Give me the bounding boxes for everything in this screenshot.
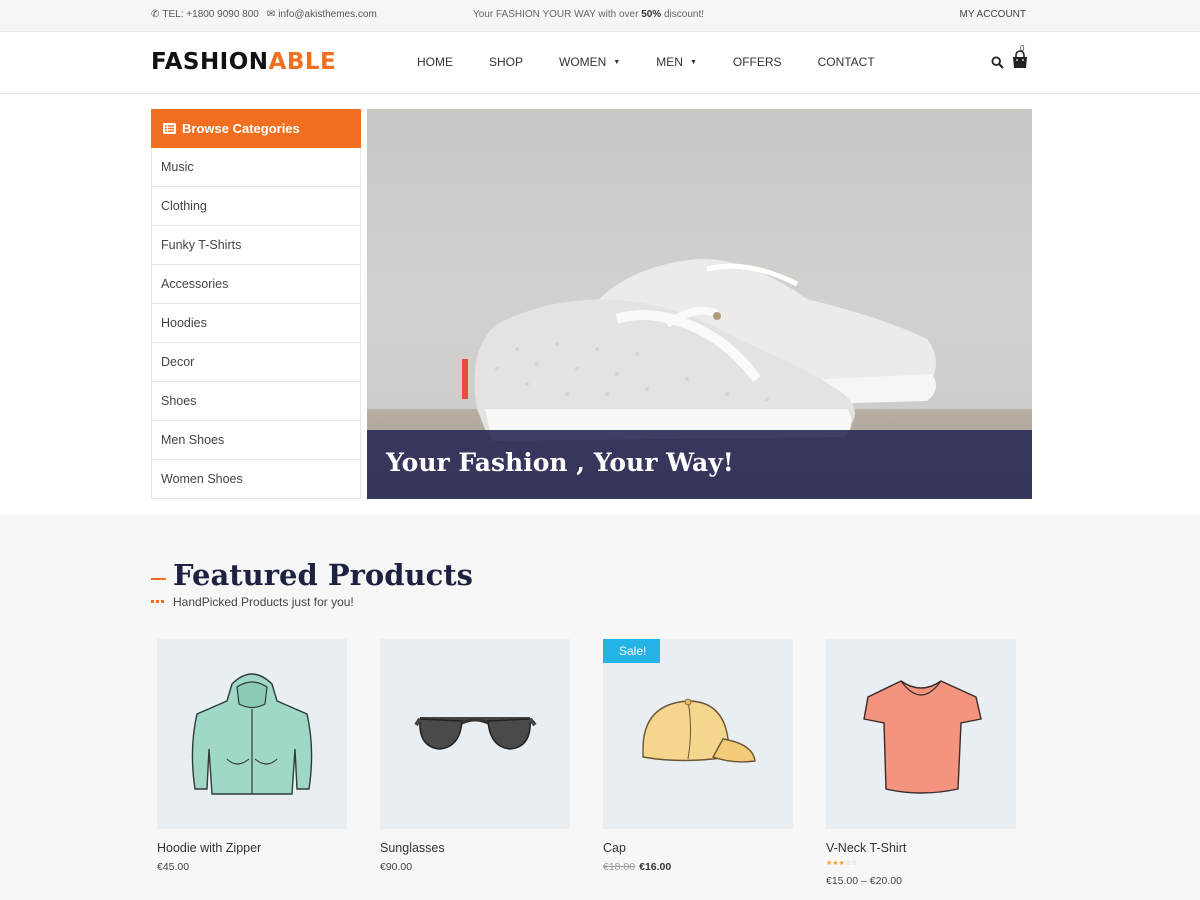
nav-contact-label: CONTACT bbox=[817, 55, 875, 69]
category-item-hoodies[interactable]: Hoodies bbox=[152, 304, 360, 343]
promo-suffix: discount! bbox=[661, 9, 705, 20]
nav-women[interactable]: WOMEN ▼ bbox=[559, 55, 620, 69]
nav-contact[interactable]: CONTACT bbox=[818, 55, 875, 69]
product-name[interactable]: Hoodie with Zipper bbox=[157, 841, 347, 855]
promo-discount: 50% bbox=[641, 9, 662, 20]
category-item-shoes[interactable]: Shoes bbox=[152, 382, 360, 421]
product-old-price: €18.00 bbox=[603, 861, 636, 873]
shopping-bag-icon[interactable] bbox=[1011, 50, 1029, 70]
title-accent-dash bbox=[151, 578, 166, 580]
cart-count-badge: 0 bbox=[1020, 44, 1025, 53]
product-price-value: €16.00 bbox=[639, 861, 672, 873]
product-card[interactable]: Sunglasses €90.00 bbox=[380, 639, 570, 873]
subtitle-accent-dots bbox=[151, 600, 164, 603]
category-item-women-shoes[interactable]: Women Shoes bbox=[152, 460, 360, 499]
nav-offers-label: OFFERS bbox=[732, 55, 782, 69]
nav-shop-label: SHOP bbox=[489, 55, 524, 69]
browse-categories-header: Browse Categories bbox=[151, 109, 361, 148]
site-header: FASHIONABLE HOME SHOP WOMEN ▼ MEN ▼ OFFERS… bbox=[0, 32, 1200, 94]
category-item-funky-t-shirts[interactable]: Funky T-Shirts bbox=[152, 226, 360, 265]
caret-down-icon: ▼ bbox=[689, 58, 697, 66]
sale-badge: Sale! bbox=[603, 639, 661, 663]
cap-icon bbox=[642, 698, 756, 763]
product-price: €45.00 bbox=[157, 861, 347, 873]
product-price: €15.00 – €20.00 bbox=[826, 875, 1016, 887]
product-card[interactable]: Hoodie with Zipper €45.00 bbox=[157, 639, 347, 873]
site-logo[interactable]: FASHIONABLE bbox=[151, 49, 336, 75]
rating-stars: ★★★☆☆ bbox=[826, 859, 1016, 867]
nav-shop[interactable]: SHOP bbox=[489, 55, 523, 69]
product-name[interactable]: Sunglasses bbox=[380, 841, 570, 855]
my-account-link[interactable]: MY ACCOUNT bbox=[960, 9, 1027, 20]
product-image[interactable] bbox=[380, 639, 570, 829]
product-image[interactable] bbox=[157, 639, 347, 829]
category-sidebar: Browse Categories Music Clothing Funky T… bbox=[151, 109, 361, 499]
product-price-value: €45.00 bbox=[157, 861, 190, 873]
sunglasses-icon bbox=[414, 717, 537, 750]
category-item-men-shoes[interactable]: Men Shoes bbox=[152, 421, 360, 460]
hero-caption-bar: Your Fashion , Your Way! bbox=[367, 430, 1032, 499]
category-item-music[interactable]: Music bbox=[152, 148, 360, 187]
nav-home-label: HOME bbox=[417, 55, 453, 69]
search-icon[interactable] bbox=[991, 56, 1004, 69]
category-item-clothing[interactable]: Clothing bbox=[152, 187, 360, 226]
product-card[interactable]: V-Neck T-Shirt ★★★☆☆ €15.00 – €20.00 bbox=[826, 639, 1016, 887]
list-icon bbox=[163, 123, 176, 134]
nav-home[interactable]: HOME bbox=[417, 55, 453, 69]
featured-products-section: Featured Products HandPicked Products ju… bbox=[0, 514, 1200, 900]
hoodie-icon bbox=[191, 673, 313, 795]
t-shirt-icon bbox=[863, 680, 982, 794]
featured-title: Featured Products bbox=[173, 558, 473, 592]
logo-accent-text: ABLE bbox=[268, 49, 337, 75]
product-price: €18.00 €16.00 bbox=[603, 861, 793, 873]
nav-offers[interactable]: OFFERS bbox=[733, 55, 782, 69]
hero-slider[interactable]: Your Fashion , Your Way! bbox=[367, 109, 1032, 499]
product-image[interactable] bbox=[826, 639, 1016, 829]
hero-caption: Your Fashion , Your Way! bbox=[386, 448, 734, 477]
caret-down-icon: ▼ bbox=[613, 58, 621, 66]
category-item-accessories[interactable]: Accessories bbox=[152, 265, 360, 304]
nav-men-label: MEN bbox=[656, 55, 683, 69]
promo-prefix: Your FASHION YOUR WAY with over bbox=[472, 9, 642, 20]
star-empty-icon: ☆ bbox=[851, 860, 858, 867]
nav-women-label: WOMEN bbox=[559, 55, 607, 69]
browse-categories-title: Browse Categories bbox=[182, 121, 300, 136]
category-list: Music Clothing Funky T-Shirts Accessorie… bbox=[151, 148, 361, 499]
featured-subtitle: HandPicked Products just for you! bbox=[173, 595, 354, 609]
product-price-value: €90.00 bbox=[380, 861, 413, 873]
main-nav: HOME SHOP WOMEN ▼ MEN ▼ OFFERS CONTACT bbox=[417, 55, 911, 69]
logo-main-text: FASHION bbox=[151, 49, 269, 75]
product-image[interactable]: Sale! bbox=[603, 639, 793, 829]
nav-men[interactable]: MEN ▼ bbox=[656, 55, 697, 69]
product-price: €90.00 bbox=[380, 861, 570, 873]
product-price-value: €15.00 – €20.00 bbox=[826, 875, 902, 887]
top-bar: ✆ TEL: +1800 9090 800 ✉ info@akisthemes.co… bbox=[0, 0, 1200, 32]
product-card[interactable]: Sale! Cap €18.00 €16.00 bbox=[603, 639, 793, 873]
product-name[interactable]: V-Neck T-Shirt bbox=[826, 841, 1016, 855]
product-name[interactable]: Cap bbox=[603, 841, 793, 855]
category-item-decor[interactable]: Decor bbox=[152, 343, 360, 382]
